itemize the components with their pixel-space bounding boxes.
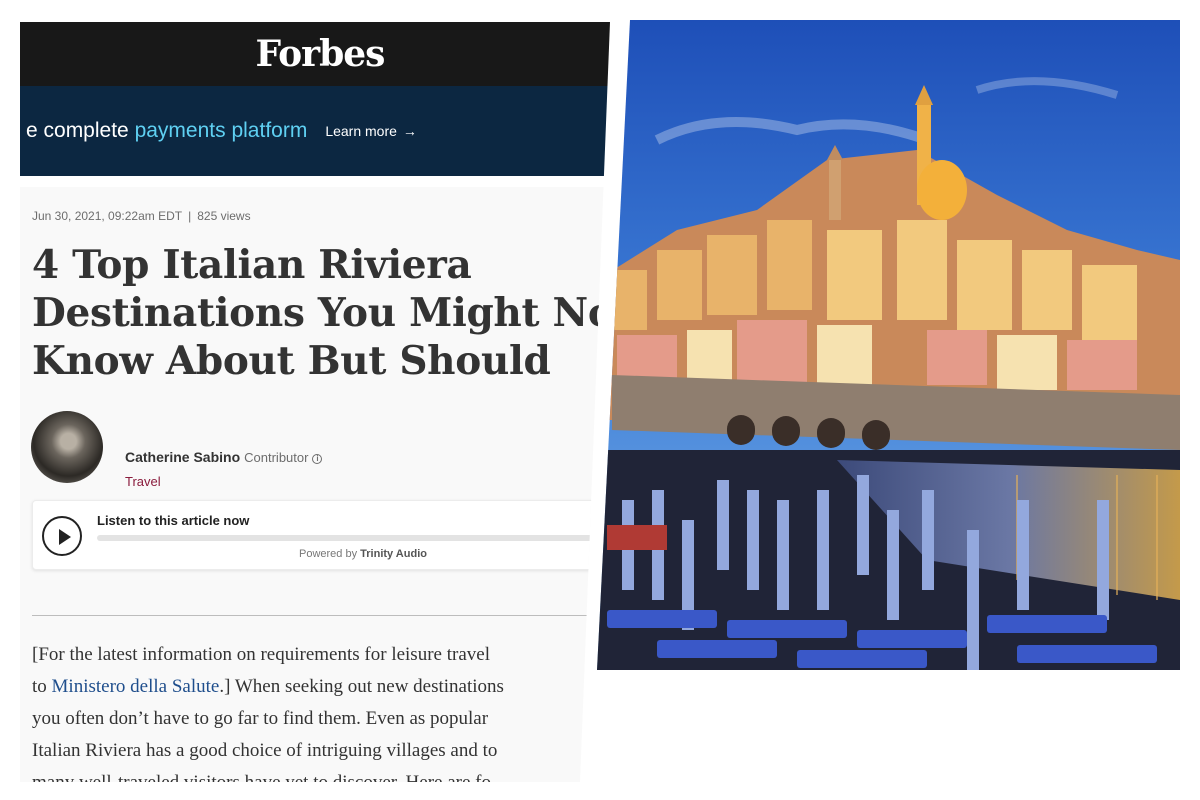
- trinity-audio-link[interactable]: Trinity Audio: [360, 548, 427, 560]
- headline-line: Know About But Should: [32, 338, 551, 384]
- paragraph-line: many well-traveled visitors have yet to …: [32, 767, 610, 782]
- article-screenshot: Forbes e complete payments platform Lear…: [20, 22, 610, 782]
- info-icon[interactable]: i: [312, 454, 323, 464]
- audio-powered-by: Powered by Trinity Audio: [299, 548, 427, 560]
- forbes-logo[interactable]: Forbes: [256, 33, 386, 75]
- author-byline: Catherine Sabino Contributor i: [125, 449, 323, 465]
- ad-text-accent: payments platform: [134, 119, 308, 142]
- audio-progress-bar[interactable]: [97, 535, 597, 541]
- village-illustration: [597, 20, 1180, 670]
- ad-text: e complete payments platform: [26, 119, 307, 143]
- arrow-right-icon: →: [402, 123, 417, 139]
- text-fragment: to: [32, 676, 52, 697]
- article-headline: 4 Top Italian Riviera Destinations You M…: [32, 241, 610, 385]
- author-role: Contributor: [244, 450, 309, 465]
- audio-label: Listen to this article now: [97, 513, 250, 528]
- paragraph-line: to Ministero della Salute.] When seeking…: [32, 671, 610, 703]
- riviera-village-photo: [597, 20, 1180, 670]
- view-count: 825 views: [197, 209, 251, 223]
- headline-line: 4 Top Italian Riviera: [32, 242, 472, 288]
- article-text: [For the latest information on requireme…: [32, 639, 610, 782]
- paragraph-line: [For the latest information on requireme…: [32, 644, 490, 665]
- divider: [32, 615, 592, 616]
- audio-player: Listen to this article now Powered by Tr…: [32, 500, 602, 570]
- author-name-link[interactable]: Catherine Sabino: [125, 449, 240, 465]
- paragraph-line: you often don’t have to go far to find t…: [32, 708, 489, 729]
- ad-banner[interactable]: e complete payments platform Learn more …: [20, 86, 610, 176]
- meta-separator: |: [188, 209, 192, 223]
- category-link[interactable]: Travel: [125, 474, 161, 489]
- article-body: Jun 30, 2021, 09:22am EDT | 825 views 4 To…: [20, 187, 610, 782]
- ad-text-plain: e complete: [26, 119, 129, 142]
- paragraph-line: Italian Riviera has a good choice of int…: [32, 740, 498, 761]
- ministero-link[interactable]: Ministero della Salute: [52, 676, 220, 697]
- author-avatar[interactable]: [31, 411, 103, 483]
- powered-prefix: Powered by: [299, 548, 358, 560]
- article-meta: Jun 30, 2021, 09:22am EDT | 825 views: [32, 209, 251, 223]
- headline-line: Destinations You Might Not: [32, 290, 610, 336]
- ad-learn-more-link[interactable]: Learn more: [325, 123, 397, 139]
- play-icon[interactable]: [42, 516, 82, 556]
- text-fragment: .] When seeking out new destinations: [219, 676, 504, 697]
- site-header: Forbes: [20, 22, 610, 86]
- publish-date: Jun 30, 2021, 09:22am EDT: [32, 209, 183, 223]
